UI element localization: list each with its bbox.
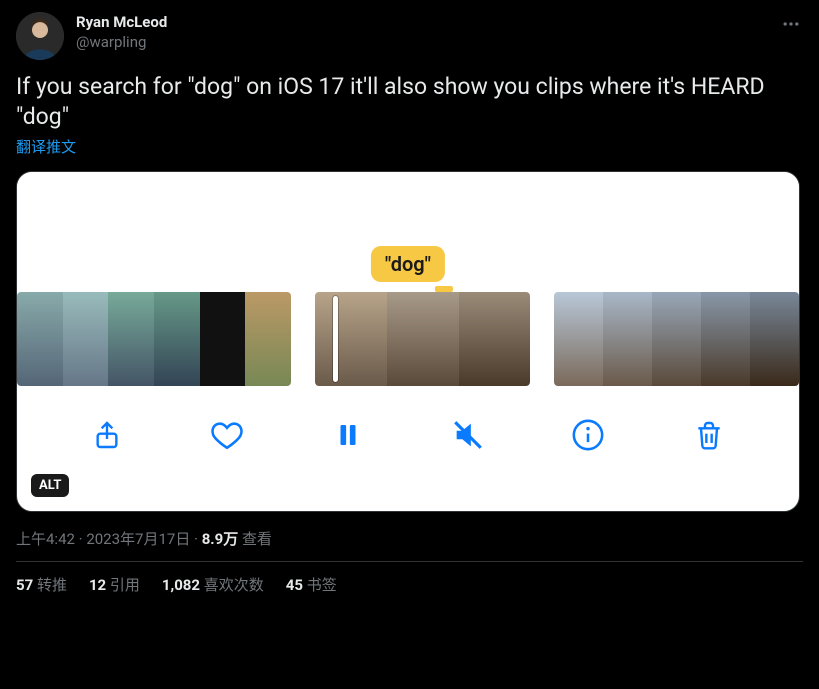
likes-stat[interactable]: 1,082 喜欢次数: [162, 574, 264, 595]
tweet-container: Ryan McLeod @warpling If you search for …: [0, 0, 819, 595]
clip-group-1[interactable]: [17, 292, 291, 386]
media-toolbar: [17, 386, 799, 484]
search-tag-text: "dog": [385, 252, 431, 276]
divider: [16, 561, 803, 562]
tweet-stats: 57 转推 12 引用 1,082 喜欢次数 45 书签: [16, 574, 803, 595]
mute-icon[interactable]: [448, 415, 488, 455]
video-frame: [603, 292, 652, 386]
handle: @warpling: [76, 32, 767, 52]
tweet-header: Ryan McLeod @warpling: [16, 12, 803, 60]
quotes-stat[interactable]: 12 引用: [89, 574, 140, 595]
tweet-meta: 上午4:42 · 2023年7月17日 · 8.9万 查看: [16, 528, 803, 549]
video-frame: [245, 292, 291, 386]
video-frame: [315, 292, 387, 386]
views-label: 查看: [238, 530, 272, 548]
trash-icon[interactable]: [689, 415, 729, 455]
video-frame: [554, 292, 603, 386]
clip-group-2[interactable]: [315, 292, 530, 386]
video-frame: [701, 292, 750, 386]
media-card[interactable]: "dog": [16, 171, 800, 512]
video-frame: [200, 292, 246, 386]
retweets-stat[interactable]: 57 转推: [16, 574, 67, 595]
playhead-indicator[interactable]: [333, 296, 338, 382]
video-frame: [63, 292, 109, 386]
video-frame: [652, 292, 701, 386]
display-name: Ryan McLeod: [76, 12, 767, 32]
video-timeline[interactable]: [17, 292, 799, 386]
info-icon[interactable]: [568, 415, 608, 455]
media-top-area: "dog": [17, 172, 799, 292]
more-icon[interactable]: [779, 12, 803, 40]
bookmarks-stat[interactable]: 45 书签: [286, 574, 337, 595]
translate-link[interactable]: 翻译推文: [16, 136, 803, 157]
share-icon[interactable]: [87, 415, 127, 455]
tweet-text: If you search for "dog" on iOS 17 it'll …: [16, 72, 803, 132]
heart-icon[interactable]: [207, 415, 247, 455]
tweet-time[interactable]: 上午4:42: [16, 530, 75, 548]
video-frame: [17, 292, 63, 386]
video-frame: [387, 292, 459, 386]
video-frame: [750, 292, 799, 386]
author-block[interactable]: Ryan McLeod @warpling: [76, 12, 767, 52]
alt-badge[interactable]: ALT: [31, 474, 69, 497]
video-frame: [108, 292, 154, 386]
views-count: 8.9万: [202, 530, 239, 548]
avatar[interactable]: [16, 12, 64, 60]
clip-group-3[interactable]: [554, 292, 799, 386]
video-frame: [459, 292, 531, 386]
tweet-date[interactable]: 2023年7月17日: [86, 530, 190, 548]
pause-icon[interactable]: [328, 415, 368, 455]
video-frame: [154, 292, 200, 386]
search-result-tag: "dog": [371, 246, 445, 282]
